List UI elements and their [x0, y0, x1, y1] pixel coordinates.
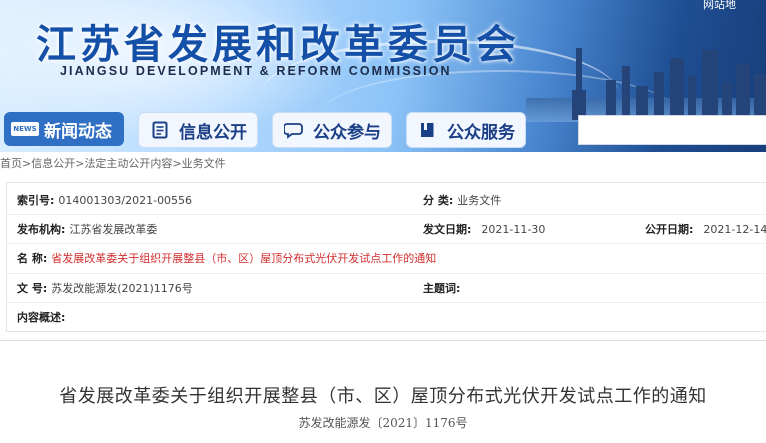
publisher-value: 江苏省发展改革委: [69, 223, 158, 236]
top-link[interactable]: 网站地: [703, 0, 736, 12]
city-skyline-image: [566, 10, 766, 120]
public-date-row: 公开日期: 2021-12-14: [645, 218, 766, 240]
breadcrumb-business-docs[interactable]: 业务文件: [182, 157, 226, 170]
row-divider: [7, 243, 766, 244]
issue-date-value: 2021-11-30: [481, 222, 546, 236]
nav-tab-public-participation[interactable]: 公众参与: [272, 112, 392, 148]
chat-bubble-icon: [283, 121, 305, 139]
section-divider: [0, 340, 766, 341]
doc-number-row: 文 号: 苏发改能源发(2021)1176号: [17, 277, 193, 299]
index-number-value: 014001303/2021-00556: [58, 193, 193, 207]
category-label: 分 类:: [423, 194, 454, 207]
public-date-label: 公开日期:: [645, 223, 694, 236]
article-doc-number: 苏发改能源发〔2021〕1176号: [298, 416, 468, 430]
row-divider: [7, 214, 766, 215]
breadcrumb-statutory-content[interactable]: 法定主动公开内容: [84, 157, 172, 170]
nav-tab-label: 公众参与: [313, 122, 381, 143]
summary-label: 内容概述:: [17, 311, 66, 324]
category-row: 分 类: 业务文件: [423, 189, 501, 211]
nav-tab-public-service[interactable]: 公众服务: [406, 112, 526, 148]
article-title: 省发展改革委关于组织开展整县（市、区）屋顶分布式光伏开发试点工作的通知: [59, 386, 707, 407]
news-icon: NEWS: [11, 120, 39, 138]
doc-number-label: 文 号:: [17, 282, 48, 295]
issue-date-row: 发文日期: 2021-11-30: [423, 218, 545, 240]
doc-number-value: 苏发改能源发(2021)1176号: [51, 282, 193, 295]
name-row: 名 称: 省发展改革委关于组织开展整县（市、区）屋顶分布式光伏开发试点工作的通知: [17, 247, 436, 269]
index-number-label: 索引号:: [17, 194, 55, 207]
search-input[interactable]: [578, 115, 766, 145]
summary-row: 内容概述:: [17, 306, 69, 328]
name-value: 省发展改革委关于组织开展整县（市、区）屋顶分布式光伏开发试点工作的通知: [51, 252, 437, 265]
subject-label: 主题词:: [423, 282, 461, 295]
site-title: 江苏省发展和改革委员会: [36, 22, 520, 68]
nav-tab-news[interactable]: NEWS 新闻动态: [4, 112, 124, 146]
breadcrumb: 首页>信息公开>法定主动公开内容>业务文件: [0, 155, 766, 173]
index-number-row: 索引号: 014001303/2021-00556: [17, 189, 192, 211]
subject-row: 主题词:: [423, 277, 464, 299]
nav-tab-info-disclosure[interactable]: 信息公开: [138, 112, 258, 148]
publisher-row: 发布机构: 江苏省发展改革委: [17, 218, 157, 240]
nav-tab-label: 信息公开: [179, 122, 247, 143]
public-date-value: 2021-12-14: [703, 222, 766, 236]
publisher-label: 发布机构:: [17, 223, 66, 236]
breadcrumb-separator: >: [22, 157, 32, 170]
document-icon: [149, 121, 171, 139]
issue-date-label: 发文日期:: [423, 223, 472, 236]
name-label: 名 称:: [17, 252, 48, 265]
book-icon: [417, 121, 439, 139]
site-subtitle-en: JIANGSU DEVELOPMENT & REFORM COMMISSION: [60, 64, 452, 78]
nav-tab-label: 公众服务: [447, 122, 515, 143]
row-divider: [7, 302, 766, 303]
breadcrumb-home[interactable]: 首页: [0, 157, 22, 170]
document-metadata-table: 索引号: 014001303/2021-00556 分 类: 业务文件 发布机构…: [6, 182, 766, 332]
row-divider: [7, 273, 766, 274]
category-value: 业务文件: [457, 194, 502, 207]
breadcrumb-separator: >: [172, 157, 182, 170]
breadcrumb-info-disclosure[interactable]: 信息公开: [31, 157, 75, 170]
nav-tab-label: 新闻动态: [44, 121, 112, 142]
